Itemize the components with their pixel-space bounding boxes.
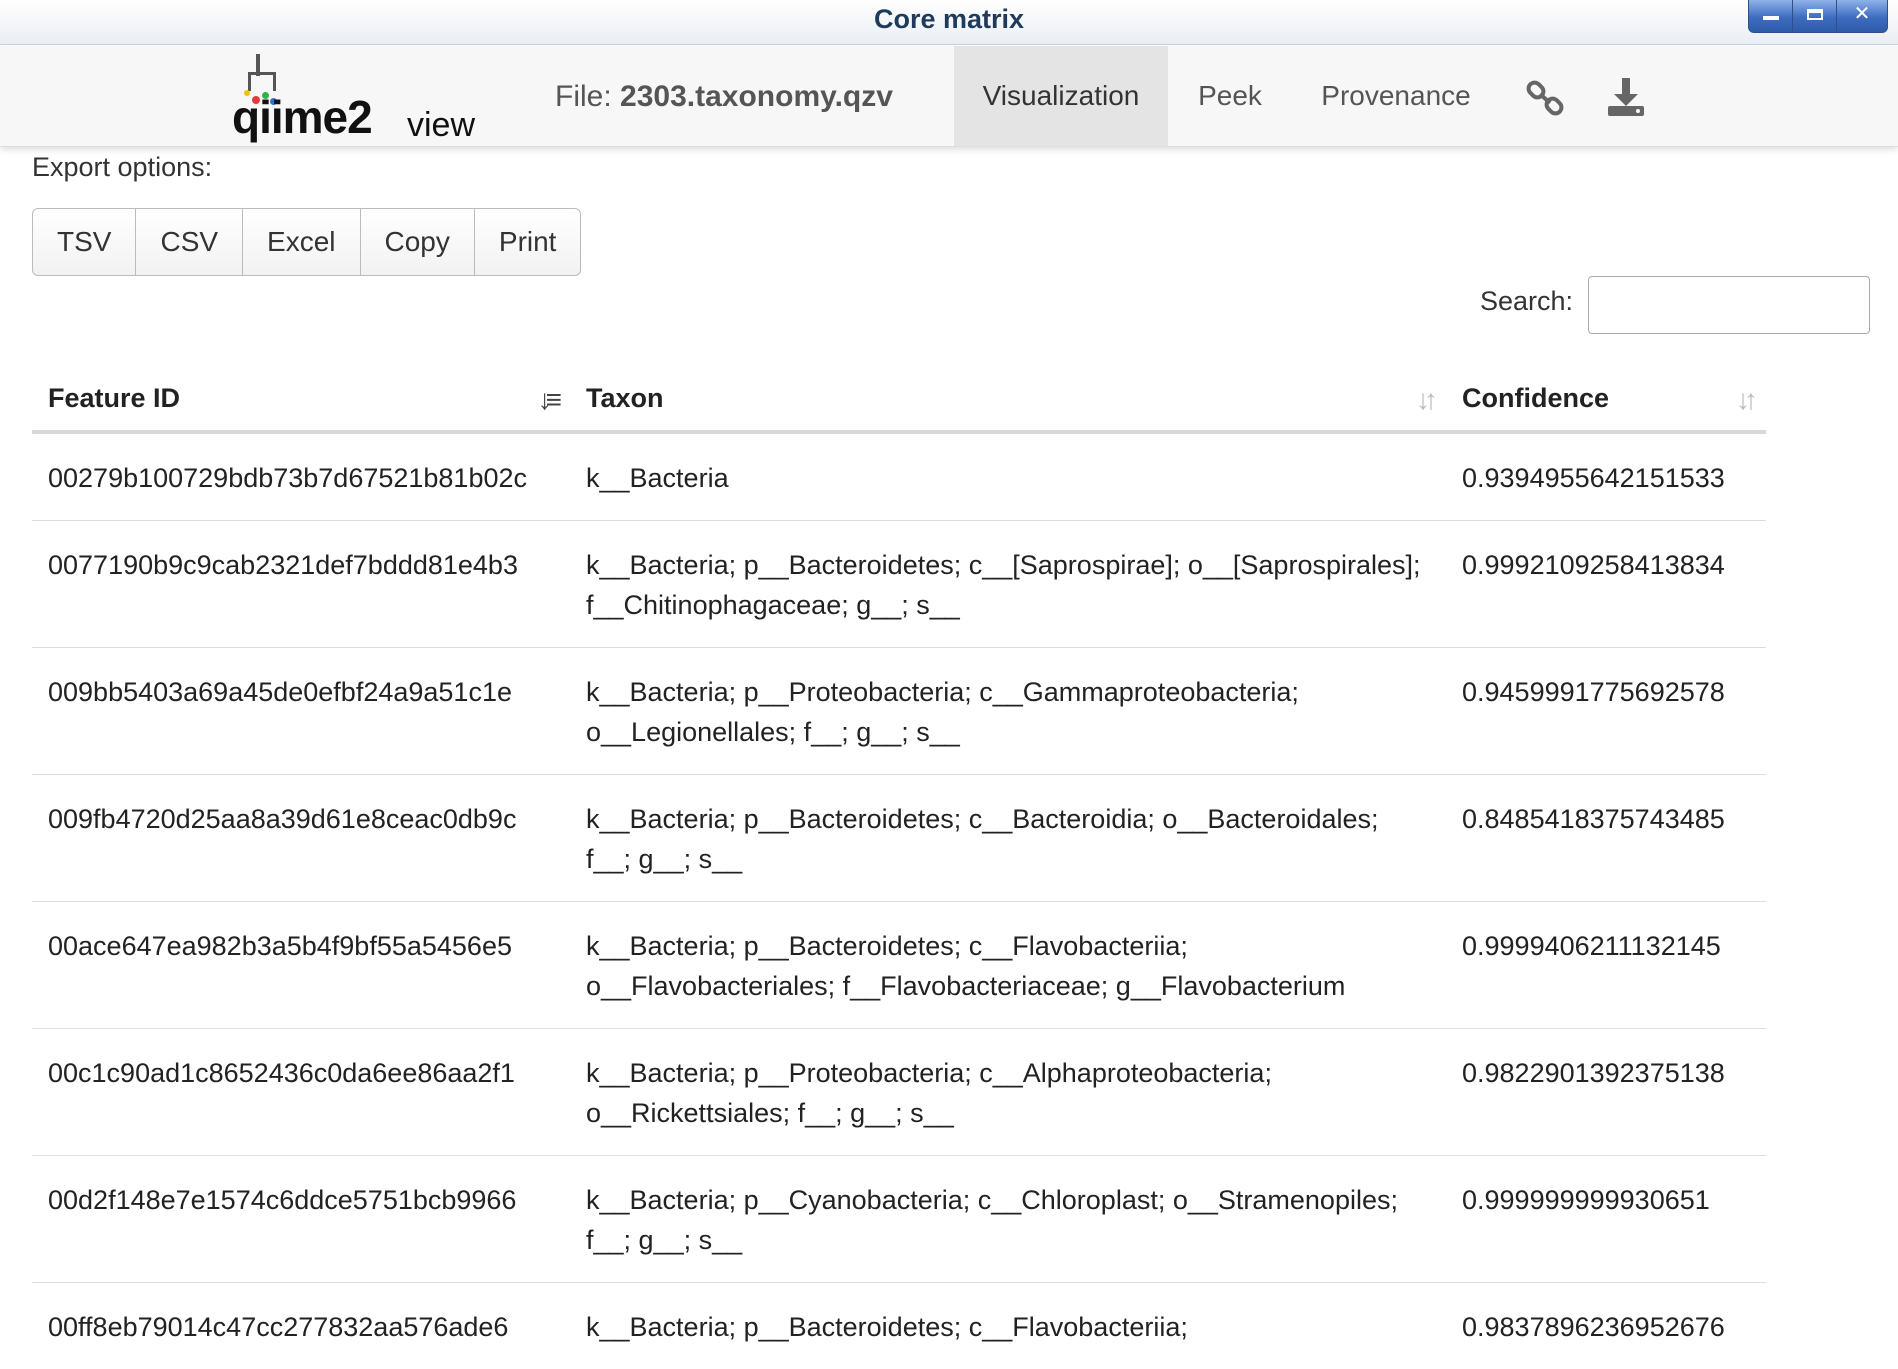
logo-subtext: view (407, 106, 475, 145)
copy-button[interactable]: Copy (361, 209, 475, 275)
column-label: Taxon (586, 383, 664, 413)
confidence-cell: 0.9459991775692578 (1446, 648, 1766, 775)
confidence-cell: 0.9822901392375138 (1446, 1029, 1766, 1156)
confidence-cell: 0.8485418375743485 (1446, 775, 1766, 902)
confidence-cell: 0.9999406211132145 (1446, 902, 1766, 1029)
close-button[interactable]: ✕ (1836, 0, 1888, 33)
tab-peek[interactable]: Peek (1168, 46, 1292, 146)
column-header-taxon[interactable]: Taxon ↓↑ (570, 366, 1446, 432)
search-label: Search: (1480, 286, 1573, 317)
export-button-group: TSV CSV Excel Copy Print (32, 208, 581, 276)
feature-id-cell: 009bb5403a69a45de0efbf24a9a51c1e (32, 648, 570, 775)
feature-id-cell: 00d2f148e7e1574c6ddce5751bcb9966 (32, 1156, 570, 1283)
minimize-button[interactable] (1748, 0, 1794, 33)
link-icon[interactable] (1524, 76, 1568, 120)
sort-both-icon: ↓↑ (1736, 384, 1752, 416)
table-row: 0077190b9c9cab2321def7bddd81e4b3 k__Bact… (32, 521, 1766, 648)
feature-id-cell: 00279b100729bdb73b7d67521b81b02c (32, 432, 570, 521)
column-header-confidence[interactable]: Confidence ↓↑ (1446, 366, 1766, 432)
download-icon[interactable] (1604, 76, 1648, 120)
table-row: 009bb5403a69a45de0efbf24a9a51c1e k__Bact… (32, 648, 1766, 775)
search-input[interactable] (1588, 276, 1870, 334)
minimize-icon (1763, 16, 1779, 20)
taxon-cell: k__Bacteria (570, 432, 1446, 521)
column-label: Feature ID (48, 383, 180, 413)
sort-ascending-icon: ↓≡ (538, 384, 556, 416)
file-label: File: 2303.taxonomy.qzv (555, 80, 893, 114)
window-titlebar: Core matrix ✕ (0, 0, 1898, 45)
table-row: 009fb4720d25aa8a39d61e8ceac0db9c k__Bact… (32, 775, 1766, 902)
table-row: 00279b100729bdb73b7d67521b81b02c k__Bact… (32, 432, 1766, 521)
taxon-cell: k__Bacteria; p__Cyanobacteria; c__Chloro… (570, 1156, 1446, 1283)
table-row: 00ace647ea982b3a5b4f9bf55a5456e5 k__Bact… (32, 902, 1766, 1029)
logo-text: qiime2 (232, 90, 372, 144)
tab-visualization[interactable]: Visualization (954, 46, 1168, 146)
confidence-cell: 0.9992109258413834 (1446, 521, 1766, 648)
column-label: Confidence (1462, 383, 1609, 413)
export-csv-button[interactable]: CSV (136, 209, 243, 275)
taxon-cell: k__Bacteria; p__Proteobacteria; c__Alpha… (570, 1029, 1446, 1156)
taxon-cell: k__Bacteria; p__Proteobacteria; c__Gamma… (570, 648, 1446, 775)
taxon-cell: k__Bacteria; p__Bacteroidetes; c__Bacter… (570, 775, 1446, 902)
confidence-cell: 0.9837896236952676 (1446, 1283, 1766, 1369)
table-row: 00d2f148e7e1574c6ddce5751bcb9966 k__Bact… (32, 1156, 1766, 1283)
table-header-row: Feature ID ↓≡ Taxon ↓↑ Confidence ↓↑ (32, 366, 1766, 432)
feature-id-cell: 00ace647ea982b3a5b4f9bf55a5456e5 (32, 902, 570, 1029)
file-name: 2303.taxonomy.qzv (620, 80, 893, 113)
feature-id-cell: 0077190b9c9cab2321def7bddd81e4b3 (32, 521, 570, 648)
maximize-icon (1807, 9, 1823, 20)
feature-id-cell: 009fb4720d25aa8a39d61e8ceac0db9c (32, 775, 570, 902)
sort-both-icon: ↓↑ (1416, 384, 1432, 416)
table-row: 00c1c90ad1c8652436c0da6ee86aa2f1 k__Bact… (32, 1029, 1766, 1156)
export-excel-button[interactable]: Excel (243, 209, 360, 275)
tab-provenance[interactable]: Provenance (1292, 46, 1500, 146)
taxon-cell: k__Bacteria; p__Bacteroidetes; c__Flavob… (570, 1283, 1446, 1369)
confidence-cell: 0.9394955642151533 (1446, 432, 1766, 521)
table-row: 00ff8eb79014c47cc277832aa576ade6 k__Bact… (32, 1283, 1766, 1369)
qiime2view-logo[interactable]: qiime2 view (232, 54, 482, 144)
feature-id-cell: 00c1c90ad1c8652436c0da6ee86aa2f1 (32, 1029, 570, 1156)
confidence-cell: 0.999999999930651 (1446, 1156, 1766, 1283)
column-header-feature-id[interactable]: Feature ID ↓≡ (32, 366, 570, 432)
file-prefix: File: (555, 80, 612, 113)
export-options-label: Export options: (32, 152, 212, 183)
taxonomy-table: Feature ID ↓≡ Taxon ↓↑ Confidence ↓↑ 002… (32, 366, 1766, 1369)
print-button[interactable]: Print (475, 209, 581, 275)
maximize-button[interactable] (1792, 0, 1838, 33)
feature-id-cell: 00ff8eb79014c47cc277832aa576ade6 (32, 1283, 570, 1369)
export-tsv-button[interactable]: TSV (33, 209, 136, 275)
taxon-cell: k__Bacteria; p__Bacteroidetes; c__Flavob… (570, 902, 1446, 1029)
logo-mark-box (248, 72, 276, 91)
navbar: qiime2 view File: 2303.taxonomy.qzv Visu… (0, 46, 1898, 147)
taxon-cell: k__Bacteria; p__Bacteroidetes; c__[Sapro… (570, 521, 1446, 648)
window-title: Core matrix (0, 4, 1898, 35)
close-icon: ✕ (1854, 3, 1871, 25)
